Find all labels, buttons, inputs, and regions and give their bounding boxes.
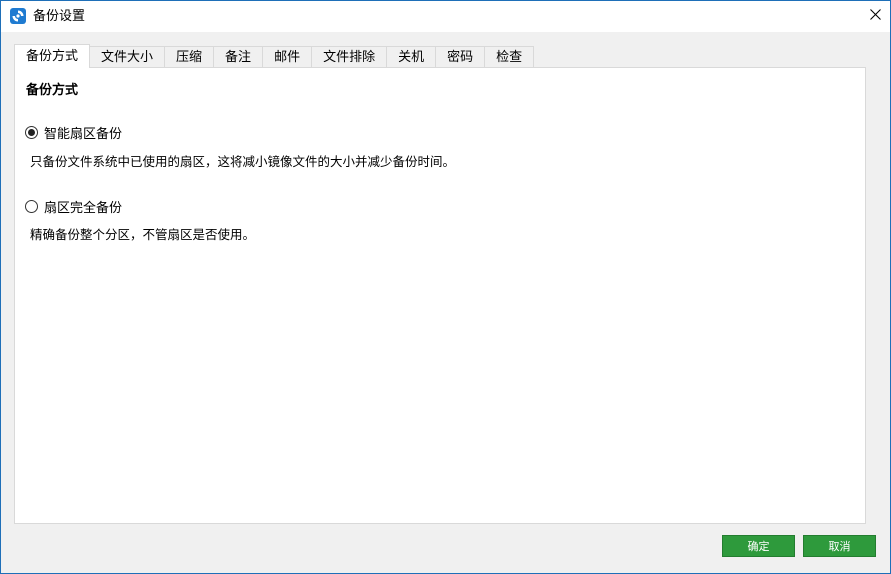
tab-email[interactable]: 邮件 [262,46,313,68]
tab-notes[interactable]: 备注 [213,46,264,68]
tab-check[interactable]: 检查 [484,46,535,68]
tab-file-exclusion[interactable]: 文件排除 [311,46,388,68]
backup-mode-panel: 备份方式 智能扇区备份 只备份文件系统中已使用的扇区，这将减小镜像文件的大小并减… [14,67,866,524]
app-icon [10,8,26,24]
title-bar: 备份设置 [1,1,890,32]
tab-password[interactable]: 密码 [435,46,486,68]
tab-file-size[interactable]: 文件大小 [89,46,166,68]
smart-sector-radio[interactable] [25,126,38,139]
tab-compression[interactable]: 压缩 [164,46,215,68]
radio-selected-dot [28,129,35,136]
settings-tabs: 备份方式 文件大小 压缩 备注 邮件 文件排除 关机 密码 检查 [14,44,535,68]
section-title: 备份方式 [26,83,79,98]
smart-sector-description: 只备份文件系统中已使用的扇区，这将减小镜像文件的大小并减少备份时间。 [30,154,456,169]
cancel-button[interactable]: 取消 [803,535,876,557]
ok-button[interactable]: 确定 [722,535,795,557]
smart-sector-label: 智能扇区备份 [44,127,123,142]
tab-shutdown[interactable]: 关机 [386,46,437,68]
tab-backup-mode[interactable]: 备份方式 [14,44,91,68]
close-icon [869,9,881,24]
full-sector-radio[interactable] [25,200,38,213]
window-title: 备份设置 [33,9,86,24]
close-button[interactable] [860,1,890,32]
backup-settings-window: 备份设置 备份方式 文件大小 压缩 备注 邮件 文件排除 关机 密码 检查 备份… [0,0,891,574]
smart-sector-backup-option[interactable]: 智能扇区备份 [25,123,122,142]
full-sector-backup-option[interactable]: 扇区完全备份 [25,197,122,216]
full-sector-description: 精确备份整个分区，不管扇区是否使用。 [30,227,256,242]
full-sector-label: 扇区完全备份 [44,201,123,216]
